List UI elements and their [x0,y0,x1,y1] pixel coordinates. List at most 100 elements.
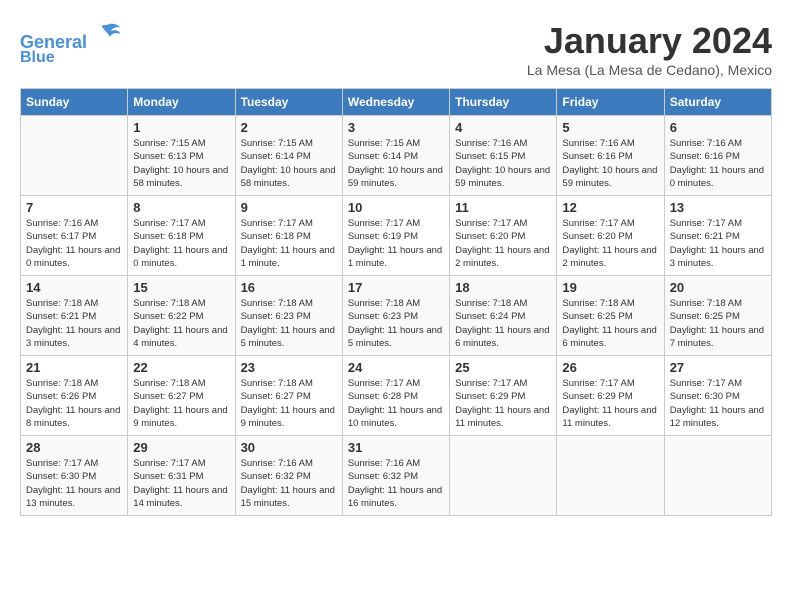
calendar-cell: 28 Sunrise: 7:17 AMSunset: 6:30 PMDayligh… [21,436,128,516]
day-info: Sunrise: 7:17 AMSunset: 6:31 PMDaylight:… [133,457,229,510]
day-info: Sunrise: 7:16 AMSunset: 6:15 PMDaylight:… [455,137,551,190]
day-number: 17 [348,280,444,295]
day-of-week-header: Tuesday [235,89,342,116]
day-info: Sunrise: 7:18 AMSunset: 6:23 PMDaylight:… [241,297,337,350]
day-info: Sunrise: 7:17 AMSunset: 6:19 PMDaylight:… [348,217,444,270]
calendar-cell: 9 Sunrise: 7:17 AMSunset: 6:18 PMDaylight… [235,196,342,276]
day-of-week-header: Saturday [664,89,771,116]
calendar-cell: 13 Sunrise: 7:17 AMSunset: 6:21 PMDayligh… [664,196,771,276]
calendar-cell [450,436,557,516]
day-info: Sunrise: 7:18 AMSunset: 6:26 PMDaylight:… [26,377,122,430]
day-number: 31 [348,440,444,455]
calendar-cell: 3Sunrise: 7:15 AMSunset: 6:14 PMDaylight… [342,116,449,196]
day-info: Sunrise: 7:18 AMSunset: 6:22 PMDaylight:… [133,297,229,350]
day-info: Sunrise: 7:17 AMSunset: 6:18 PMDaylight:… [241,217,337,270]
day-number: 25 [455,360,551,375]
day-info: Sunrise: 7:17 AMSunset: 6:29 PMDaylight:… [455,377,551,430]
day-info: Sunrise: 7:15 AMSunset: 6:13 PMDaylight:… [133,137,229,190]
day-info: Sunrise: 7:18 AMSunset: 6:21 PMDaylight:… [26,297,122,350]
day-number: 3 [348,120,444,135]
calendar-week-row: 1 Sunrise: 7:15 AMSunset: 6:13 PMDaylight… [21,116,772,196]
calendar-cell: 31 Sunrise: 7:16 AMSunset: 6:32 PMDayligh… [342,436,449,516]
day-info: Sunrise: 7:17 AMSunset: 6:30 PMDaylight:… [26,457,122,510]
day-number: 19 [562,280,658,295]
day-number: 11 [455,200,551,215]
calendar-cell: 25 Sunrise: 7:17 AMSunset: 6:29 PMDayligh… [450,356,557,436]
calendar-cell [664,436,771,516]
day-info: Sunrise: 7:16 AMSunset: 6:16 PMDaylight:… [562,137,658,190]
day-number: 9 [241,200,337,215]
day-number: 24 [348,360,444,375]
day-of-week-header: Sunday [21,89,128,116]
day-number: 29 [133,440,229,455]
calendar-cell: 24 Sunrise: 7:17 AMSunset: 6:28 PMDayligh… [342,356,449,436]
day-info: Sunrise: 7:17 AMSunset: 6:28 PMDaylight:… [348,377,444,430]
calendar-cell: 17 Sunrise: 7:18 AMSunset: 6:23 PMDayligh… [342,276,449,356]
day-number: 18 [455,280,551,295]
calendar-cell: 22 Sunrise: 7:18 AMSunset: 6:27 PMDayligh… [128,356,235,436]
calendar-cell: 6 Sunrise: 7:16 AMSunset: 6:16 PMDaylight… [664,116,771,196]
day-number: 20 [670,280,766,295]
month-title: January 2024 [527,20,772,62]
day-number: 21 [26,360,122,375]
calendar-cell: 10Sunrise: 7:17 AMSunset: 6:19 PMDayligh… [342,196,449,276]
calendar-week-row: 7 Sunrise: 7:16 AMSunset: 6:17 PMDaylight… [21,196,772,276]
day-number: 27 [670,360,766,375]
day-number: 8 [133,200,229,215]
calendar-cell: 16 Sunrise: 7:18 AMSunset: 6:23 PMDayligh… [235,276,342,356]
page-header: General Blue January 2024 La Mesa (La Me… [20,20,772,78]
day-info: Sunrise: 7:16 AMSunset: 6:17 PMDaylight:… [26,217,122,270]
day-number: 15 [133,280,229,295]
day-info: Sunrise: 7:16 AMSunset: 6:32 PMDaylight:… [348,457,444,510]
calendar-cell [557,436,664,516]
calendar-cell: 4Sunrise: 7:16 AMSunset: 6:15 PMDaylight… [450,116,557,196]
day-number: 14 [26,280,122,295]
day-info: Sunrise: 7:18 AMSunset: 6:24 PMDaylight:… [455,297,551,350]
location-subtitle: La Mesa (La Mesa de Cedano), Mexico [527,62,772,78]
day-info: Sunrise: 7:17 AMSunset: 6:20 PMDaylight:… [562,217,658,270]
day-info: Sunrise: 7:17 AMSunset: 6:18 PMDaylight:… [133,217,229,270]
calendar-cell: 27 Sunrise: 7:17 AMSunset: 6:30 PMDayligh… [664,356,771,436]
calendar-cell: 7 Sunrise: 7:16 AMSunset: 6:17 PMDaylight… [21,196,128,276]
calendar-cell: 20 Sunrise: 7:18 AMSunset: 6:25 PMDayligh… [664,276,771,356]
calendar-cell: 19 Sunrise: 7:18 AMSunset: 6:25 PMDayligh… [557,276,664,356]
day-info: Sunrise: 7:16 AMSunset: 6:32 PMDaylight:… [241,457,337,510]
day-number: 13 [670,200,766,215]
calendar-cell: 5 Sunrise: 7:16 AMSunset: 6:16 PMDaylight… [557,116,664,196]
calendar-cell: 15 Sunrise: 7:18 AMSunset: 6:22 PMDayligh… [128,276,235,356]
day-info: Sunrise: 7:17 AMSunset: 6:21 PMDaylight:… [670,217,766,270]
day-info: Sunrise: 7:16 AMSunset: 6:16 PMDaylight:… [670,137,766,190]
calendar-cell [21,116,128,196]
logo-bird-icon [94,20,122,48]
calendar-cell: 11 Sunrise: 7:17 AMSunset: 6:20 PMDayligh… [450,196,557,276]
day-number: 2 [241,120,337,135]
calendar-cell: 12Sunrise: 7:17 AMSunset: 6:20 PMDayligh… [557,196,664,276]
calendar-table: SundayMondayTuesdayWednesdayThursdayFrid… [20,88,772,516]
calendar-week-row: 14 Sunrise: 7:18 AMSunset: 6:21 PMDayligh… [21,276,772,356]
calendar-cell: 8 Sunrise: 7:17 AMSunset: 6:18 PMDaylight… [128,196,235,276]
calendar-week-row: 28 Sunrise: 7:17 AMSunset: 6:30 PMDayligh… [21,436,772,516]
day-of-week-header: Wednesday [342,89,449,116]
day-of-week-header: Friday [557,89,664,116]
calendar-header-row: SundayMondayTuesdayWednesdayThursdayFrid… [21,89,772,116]
day-info: Sunrise: 7:18 AMSunset: 6:27 PMDaylight:… [133,377,229,430]
calendar-cell: 18 Sunrise: 7:18 AMSunset: 6:24 PMDayligh… [450,276,557,356]
day-number: 23 [241,360,337,375]
day-info: Sunrise: 7:17 AMSunset: 6:30 PMDaylight:… [670,377,766,430]
day-number: 16 [241,280,337,295]
day-info: Sunrise: 7:17 AMSunset: 6:20 PMDaylight:… [455,217,551,270]
day-number: 5 [562,120,658,135]
calendar-cell: 1 Sunrise: 7:15 AMSunset: 6:13 PMDaylight… [128,116,235,196]
day-number: 7 [26,200,122,215]
day-number: 28 [26,440,122,455]
day-number: 1 [133,120,229,135]
day-info: Sunrise: 7:18 AMSunset: 6:25 PMDaylight:… [562,297,658,350]
day-number: 30 [241,440,337,455]
day-number: 22 [133,360,229,375]
calendar-cell: 23Sunrise: 7:18 AMSunset: 6:27 PMDayligh… [235,356,342,436]
day-number: 6 [670,120,766,135]
day-info: Sunrise: 7:18 AMSunset: 6:23 PMDaylight:… [348,297,444,350]
day-of-week-header: Monday [128,89,235,116]
calendar-cell: 26Sunrise: 7:17 AMSunset: 6:29 PMDayligh… [557,356,664,436]
day-info: Sunrise: 7:18 AMSunset: 6:25 PMDaylight:… [670,297,766,350]
